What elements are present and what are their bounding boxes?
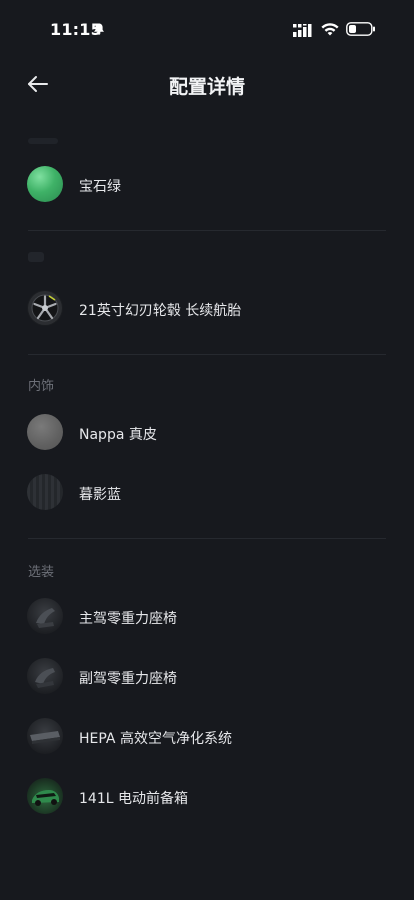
wifi-icon <box>321 23 339 36</box>
config-item-seat-material: Nappa 真皮 <box>0 410 414 458</box>
item-label: 141L 电动前备箱 <box>79 791 188 807</box>
battery-icon <box>346 22 375 36</box>
material-swatch-gray <box>27 414 63 450</box>
header: 配置详情 <box>0 62 414 106</box>
item-label: 主驾零重力座椅 <box>79 611 177 627</box>
section-label-interior: 内饰 <box>28 379 55 394</box>
page-title: 配置详情 <box>168 76 245 98</box>
config-item-exterior-color: 宝石绿 <box>0 162 414 210</box>
config-item-driver-seat: 主驾零重力座椅 <box>0 594 414 642</box>
wheel-icon <box>28 291 62 325</box>
driver-seat-thumbnail <box>27 598 63 634</box>
air-filter-icon <box>30 731 60 744</box>
divider <box>28 230 386 231</box>
front-trunk-thumbnail <box>27 778 63 814</box>
color-swatch-green <box>27 166 63 202</box>
section-label-wheels-faded <box>28 252 44 262</box>
item-label: 21英寸幻刃轮毂 长续航胎 <box>79 303 242 319</box>
config-item-hepa-filter: HEPA 高效空气净化系统 <box>0 714 414 762</box>
divider <box>28 538 386 539</box>
config-item-passenger-seat: 副驾零重力座椅 <box>0 654 414 702</box>
status-bar: 11:15 <box>0 0 414 60</box>
section-label-options: 选装 <box>28 565 55 580</box>
wheel-thumbnail <box>27 290 63 326</box>
config-item-wheels: 21英寸幻刃轮毂 长续航胎 <box>0 286 414 334</box>
notification-bell-icon <box>94 23 104 35</box>
item-label: 副驾零重力座椅 <box>79 671 177 687</box>
seat-icon <box>36 608 55 628</box>
item-label: 宝石绿 <box>79 179 121 195</box>
car-front-icon <box>32 790 59 806</box>
config-item-interior-trim: 暮影蓝 <box>0 470 414 518</box>
config-item-front-trunk: 141L 电动前备箱 <box>0 774 414 822</box>
trim-swatch <box>27 474 63 510</box>
cellular-signal-icon <box>293 24 312 37</box>
item-label: 暮影蓝 <box>79 487 121 503</box>
section-label-exterior-faded <box>28 138 58 144</box>
hepa-filter-thumbnail <box>27 718 63 754</box>
divider <box>28 354 386 355</box>
item-label: Nappa 真皮 <box>79 427 157 443</box>
item-label: HEPA 高效空气净化系统 <box>79 731 232 747</box>
passenger-seat-thumbnail <box>27 658 63 694</box>
seat-icon <box>35 668 55 688</box>
